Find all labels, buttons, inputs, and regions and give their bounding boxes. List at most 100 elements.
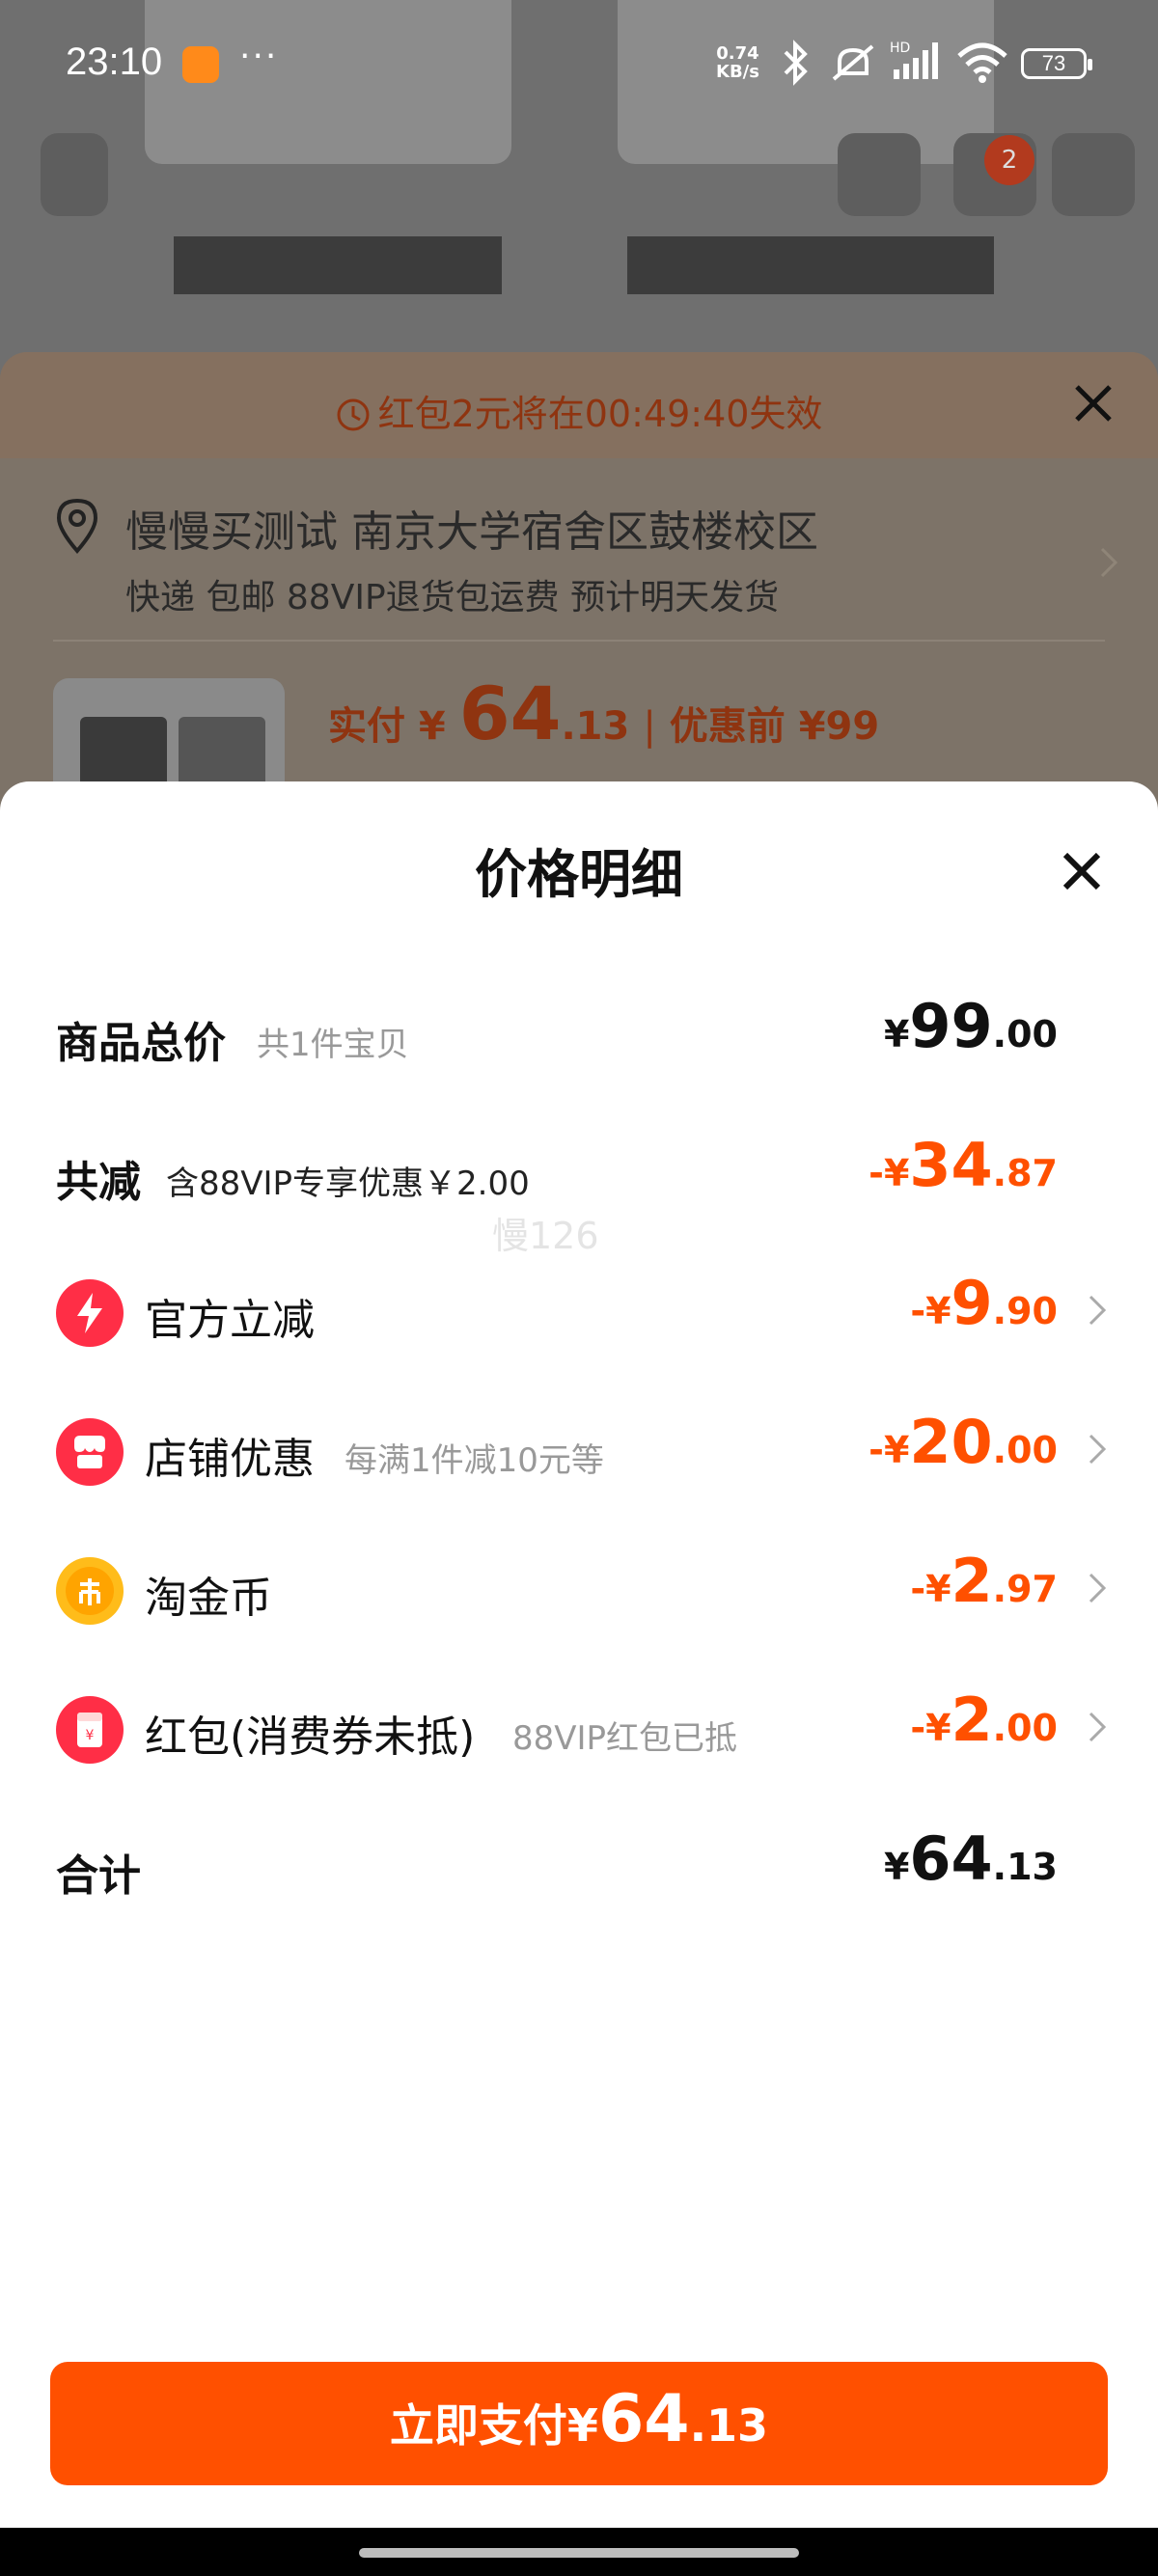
home-indicator[interactable]: [359, 2548, 799, 2558]
row-grand-total: 合计 ¥64.13: [0, 1810, 1158, 1906]
row-label: 合计: [56, 1851, 141, 1901]
row-store-discount[interactable]: 店铺优惠 每满1件减10元等 -¥20.00: [0, 1393, 1158, 1490]
row-label: 店铺优惠: [145, 1435, 315, 1484]
amount-int: 99: [909, 991, 993, 1061]
amount-currency: ¥: [883, 1846, 910, 1888]
clock: 23:10: [66, 41, 163, 83]
cart-count-badge: 2: [984, 135, 1034, 185]
row-total-discount: 共减 含88VIP专享优惠￥2.00 -¥34.87: [0, 1116, 1158, 1213]
price-detail-panel: 价格明细 慢126 商品总价 共1件宝贝 ¥99.00 共减 含88VIP专享优…: [0, 781, 1158, 2576]
row-amount: -¥20.00: [868, 1407, 1058, 1477]
redpacket-expiry-notice: 红包2元将在00:49:40失效: [0, 384, 1158, 437]
pay-button-currency: ¥: [566, 2399, 598, 2452]
amount-dec: .87: [992, 1152, 1058, 1194]
battery-icon: 73: [1021, 48, 1092, 79]
amount-currency: -¥: [910, 1707, 951, 1749]
amount-currency: ¥: [883, 1013, 910, 1055]
pay-button-dec: .13: [689, 2399, 769, 2452]
separator: |: [643, 704, 656, 749]
pay-dec: .13: [561, 704, 630, 749]
row-amount: -¥2.00: [910, 1685, 1058, 1755]
chevron-right-icon: [1087, 1710, 1108, 1748]
row-sub: 88VIP红包已抵: [512, 1719, 738, 1758]
product-image-waistband: [627, 236, 994, 294]
more-button: [1052, 133, 1135, 216]
row-label: 淘金币: [145, 1574, 272, 1623]
row-amount: ¥99.00: [884, 991, 1058, 1061]
amount-int: 2: [951, 1685, 993, 1755]
row-item-total: 商品总价 共1件宝贝 ¥99.00: [0, 977, 1158, 1074]
pay-int: 64: [458, 671, 562, 756]
wifi-icon: [955, 39, 1009, 91]
row-sub: 每满1件减10元等: [345, 1441, 604, 1480]
network-speed-value: 0.74: [716, 43, 759, 64]
pay-button-label: 立即支付: [389, 2399, 567, 2452]
amount-dec: .90: [992, 1290, 1058, 1332]
pay-now-button[interactable]: 立即支付¥64.13: [50, 2362, 1108, 2485]
mute-icon: [828, 39, 878, 91]
address-name: 慢慢买测试 南京大学宿舍区鼓楼校区: [125, 507, 818, 557]
amount-currency: -¥: [910, 1290, 951, 1332]
divider: [53, 640, 1105, 642]
clock-icon: [337, 398, 370, 431]
amount-currency: -¥: [910, 1568, 951, 1610]
amount-currency: -¥: [868, 1152, 910, 1194]
lightning-icon: [56, 1279, 124, 1347]
redpacket-timer-text: 红包2元将在00:49:40失效: [377, 393, 823, 435]
amount-dec: .00: [992, 1013, 1058, 1055]
row-red-packet[interactable]: ¥ 红包(消费券未抵) 88VIP红包已抵 -¥2.00: [0, 1671, 1158, 1768]
row-amount: -¥34.87: [868, 1130, 1058, 1200]
chevron-right-icon: [1098, 545, 1119, 584]
amount-int: 34: [909, 1130, 993, 1200]
amount-int: 2: [951, 1546, 993, 1616]
network-speed-unit: KB/s: [716, 62, 759, 82]
status-bar: 23:10 ··· 0.74 KB/s HD 73: [0, 0, 1158, 111]
close-icon: [1071, 381, 1116, 429]
row-sub: 共1件宝贝: [257, 1026, 409, 1064]
row-amount: -¥2.97: [910, 1546, 1058, 1616]
amount-dec: .00: [992, 1707, 1058, 1749]
close-icon[interactable]: [1060, 849, 1104, 897]
row-label: 共减: [56, 1158, 141, 1207]
row-sub: 含88VIP专享优惠￥2.00: [166, 1165, 530, 1203]
pay-label: 实付 ¥: [328, 704, 459, 749]
row-label: 官方立减: [145, 1296, 315, 1345]
amount-dec: .00: [992, 1429, 1058, 1471]
row-label: 商品总价: [56, 1019, 226, 1068]
product-image-waistband: [174, 236, 502, 294]
payment-summary: 实付 ¥ 64.13 | 优惠前 ¥99: [328, 671, 879, 756]
row-amount: -¥9.90: [910, 1268, 1058, 1338]
location-pin-icon: [53, 497, 101, 559]
svg-text:¥: ¥: [86, 1728, 95, 1743]
chevron-right-icon: [1087, 1293, 1108, 1331]
navigation-bar: [0, 2528, 1158, 2576]
pay-button-int: 64: [597, 2381, 690, 2457]
network-speed: 0.74 KB/s: [716, 44, 759, 81]
pay-button-text: 立即支付¥64.13: [50, 2381, 1108, 2457]
app-notification-icon: [182, 46, 219, 83]
chevron-right-icon: [1087, 1432, 1108, 1470]
panel-title: 价格明细: [475, 844, 683, 905]
signal-icon: HD: [890, 39, 944, 91]
coin-icon: [56, 1557, 124, 1625]
svg-text:HD: HD: [890, 41, 910, 56]
row-label: 红包(消费券未抵): [145, 1713, 476, 1762]
amount-int: 9: [951, 1268, 993, 1338]
delivery-info: 快递 包邮 88VIP退货包运费 预计明天发货: [125, 578, 780, 617]
more-notifications-icon: ···: [239, 37, 279, 76]
amount-int: 20: [909, 1407, 993, 1477]
red-packet-icon: ¥: [56, 1696, 124, 1764]
amount-dec: .13: [992, 1846, 1058, 1888]
row-official-discount[interactable]: 官方立减 -¥9.90: [0, 1254, 1158, 1351]
amount-int: 64: [909, 1823, 993, 1894]
store-icon: [56, 1418, 124, 1486]
before-discount-price: 优惠前 ¥99: [669, 704, 880, 749]
row-taobao-coins[interactable]: 淘金币 -¥2.97: [0, 1532, 1158, 1629]
amount-dec: .97: [992, 1568, 1058, 1610]
back-button: [41, 133, 108, 216]
bluetooth-icon: [778, 39, 813, 91]
amount-currency: -¥: [868, 1429, 910, 1471]
watermark: 慢126: [492, 1215, 599, 1257]
row-amount: ¥64.13: [884, 1823, 1058, 1894]
chevron-right-icon: [1087, 1571, 1108, 1609]
